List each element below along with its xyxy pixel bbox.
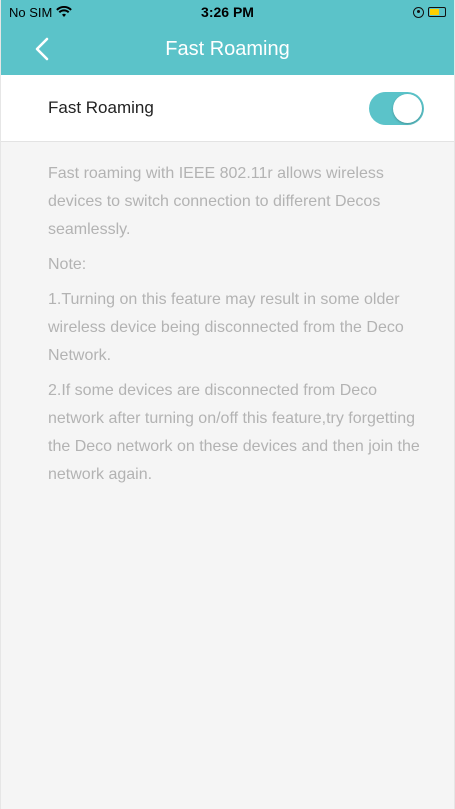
note-item-1: 1.Turning on this feature may result in … <box>48 291 404 364</box>
intro-text: Fast roaming with IEEE 802.11r allows wi… <box>48 165 384 238</box>
battery-icon <box>428 7 446 17</box>
back-button[interactable] <box>31 36 57 62</box>
status-right <box>413 6 446 18</box>
note-label: Note: <box>48 256 87 273</box>
status-time: 3:26 PM <box>201 4 254 20</box>
orientation-lock-icon <box>413 6 424 18</box>
page-title: Fast Roaming <box>165 38 290 60</box>
fast-roaming-row: Fast Roaming <box>1 75 454 142</box>
status-bar: No SIM 3:26 PM <box>1 0 454 24</box>
navbar: Fast Roaming <box>1 24 454 75</box>
fast-roaming-label: Fast Roaming <box>48 98 154 117</box>
chevron-left-icon <box>35 37 49 61</box>
screen: No SIM 3:26 PM Fast Roaming Fast Roaming… <box>0 0 455 809</box>
description-section: Fast roaming with IEEE 802.11r allows wi… <box>1 142 454 489</box>
fast-roaming-toggle[interactable] <box>369 91 424 125</box>
header: No SIM 3:26 PM Fast Roaming <box>1 0 454 75</box>
toggle-knob <box>393 93 422 123</box>
note-item-2: 2.If some devices are disconnected from … <box>48 382 420 483</box>
